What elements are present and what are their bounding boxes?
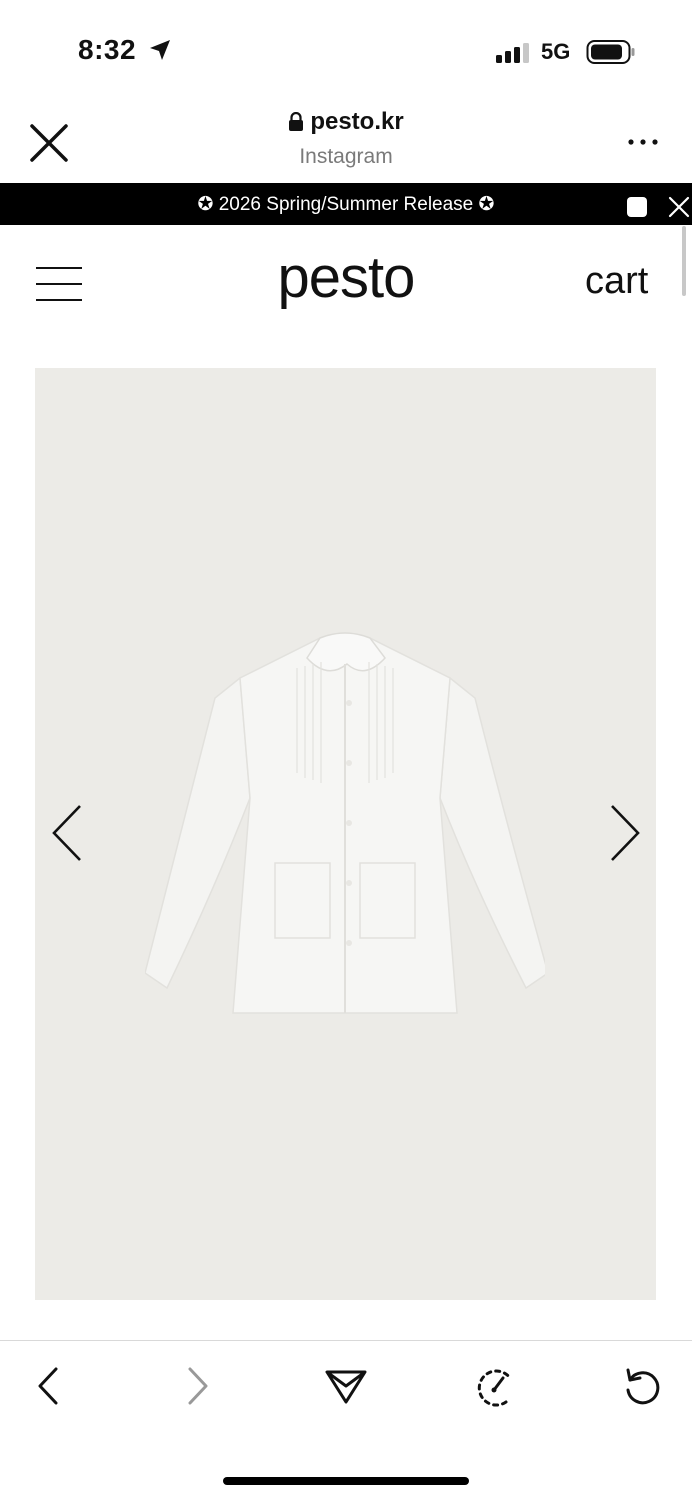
back-icon xyxy=(38,1367,58,1405)
status-time: 8:32 xyxy=(78,34,137,65)
location-arrow-icon xyxy=(150,40,170,60)
network-label: 5G xyxy=(541,39,571,64)
announcement-close-icon[interactable] xyxy=(667,195,691,219)
reload-button[interactable] xyxy=(618,1362,666,1410)
source-label: Instagram xyxy=(299,145,393,168)
share-icon xyxy=(325,1370,367,1404)
announcement-checkbox[interactable] xyxy=(627,197,647,217)
reload-icon xyxy=(626,1368,660,1405)
share-button[interactable] xyxy=(322,1362,370,1410)
speedometer-icon xyxy=(477,1369,512,1407)
home-indicator[interactable] xyxy=(223,1477,469,1485)
url-domain: pesto.kr xyxy=(310,108,404,135)
scrollbar[interactable] xyxy=(682,226,686,296)
forward-button[interactable] xyxy=(174,1362,222,1410)
chevron-right-icon[interactable] xyxy=(607,803,643,863)
battery-icon xyxy=(586,40,635,64)
lock-icon xyxy=(289,112,304,131)
cart-link[interactable]: cart xyxy=(585,260,648,303)
toolbar-divider xyxy=(0,1340,692,1341)
more-options-icon[interactable] xyxy=(624,130,664,154)
cellular-signal-icon xyxy=(496,43,529,63)
white-pintuck-shirt-image xyxy=(145,632,545,1014)
product-image-carousel[interactable] xyxy=(35,368,656,1300)
speedometer-button[interactable] xyxy=(470,1362,518,1410)
chevron-left-icon[interactable] xyxy=(49,803,85,863)
announcement-text[interactable]: ✪ 2026 Spring/Summer Release ✪ xyxy=(0,193,692,216)
forward-icon xyxy=(188,1367,208,1405)
back-button[interactable] xyxy=(24,1362,72,1410)
url-display[interactable]: pesto.kr xyxy=(0,108,692,136)
